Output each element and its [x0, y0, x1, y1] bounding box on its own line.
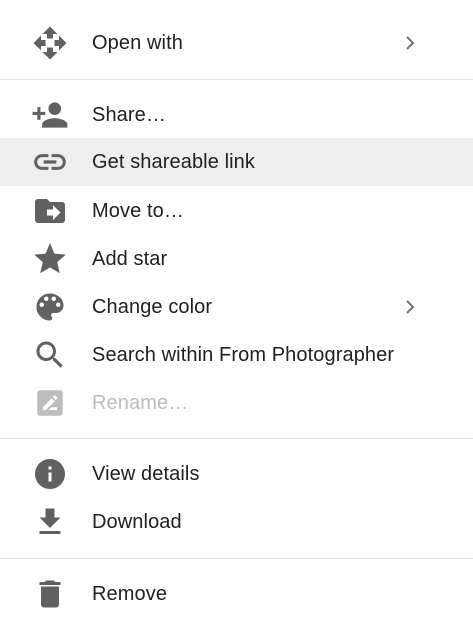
rename-icon [31, 384, 69, 422]
chevron-right-icon [406, 300, 415, 314]
move-to-folder-icon [31, 192, 69, 230]
trash-icon [31, 575, 69, 613]
context-menu: Open with Share… Get shareable link Move… [0, 0, 473, 639]
menu-item-add-star[interactable]: Add star [0, 235, 473, 283]
menu-item-share[interactable]: Share… [0, 91, 473, 139]
open-with-icon [31, 24, 69, 62]
menu-item-label: Remove [92, 582, 168, 605]
menu-item-view-details[interactable]: View details [0, 450, 473, 498]
menu-item-download[interactable]: Download [0, 498, 473, 546]
info-icon [31, 455, 69, 493]
menu-item-move-to[interactable]: Move to… [0, 187, 473, 235]
search-icon [31, 336, 69, 374]
menu-item-open-with[interactable]: Open with [0, 19, 473, 67]
menu-item-label: Move to… [92, 199, 184, 222]
star-icon [31, 240, 69, 278]
menu-item-label: Add star [92, 247, 168, 270]
menu-item-rename: Rename… [0, 379, 473, 427]
menu-divider [0, 438, 473, 439]
menu-item-label: Search within From Photographer [92, 343, 395, 366]
menu-item-search-within[interactable]: Search within From Photographer [0, 331, 473, 379]
palette-icon [31, 288, 69, 326]
share-person-add-icon [31, 96, 69, 134]
menu-item-label: Change color [92, 295, 213, 318]
menu-item-change-color[interactable]: Change color [0, 283, 473, 331]
menu-item-remove[interactable]: Remove [0, 570, 473, 618]
menu-divider [0, 558, 473, 559]
menu-item-label: Get shareable link [92, 150, 256, 173]
chevron-right-icon [406, 36, 415, 50]
menu-item-label: Open with [92, 31, 183, 54]
menu-item-label: Download [92, 510, 182, 533]
menu-item-label: View details [92, 462, 200, 485]
download-icon [31, 503, 69, 541]
menu-item-label: Rename… [92, 391, 189, 414]
link-icon [31, 143, 69, 181]
menu-item-label: Share… [92, 103, 166, 126]
menu-item-get-shareable-link[interactable]: Get shareable link [0, 138, 473, 186]
menu-divider [0, 79, 473, 80]
